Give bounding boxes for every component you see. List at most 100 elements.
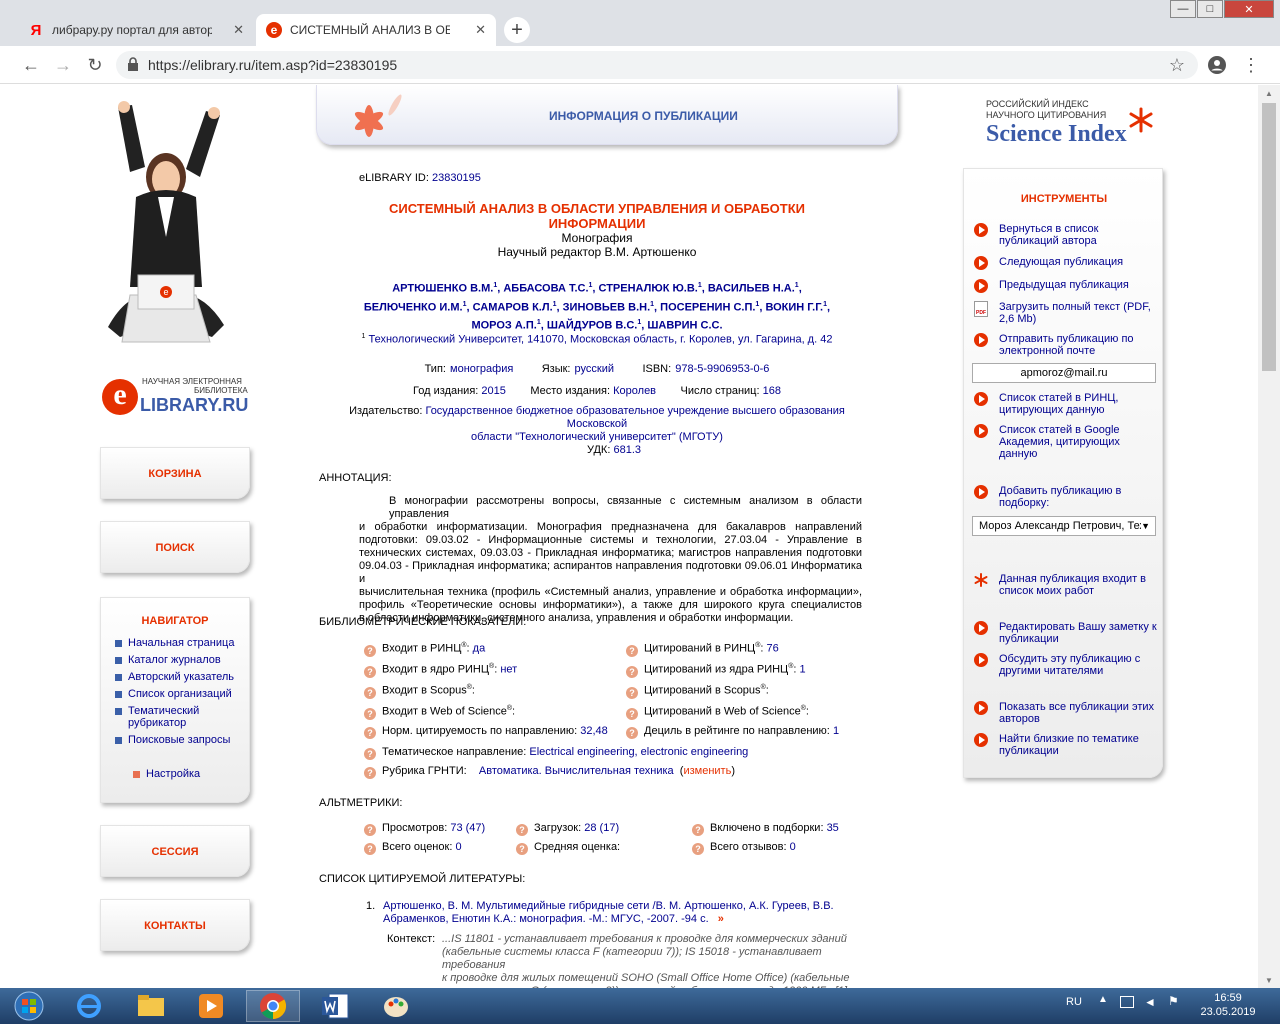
help-icon[interactable]: ?: [626, 707, 638, 720]
basket-button[interactable]: КОРЗИНА: [100, 447, 250, 499]
browser-menu-icon[interactable]: ⋮: [1240, 54, 1262, 76]
author-link[interactable]: ВОКИН Г.Г.: [765, 301, 823, 313]
author-link[interactable]: ШАЙДУРОВ В.С.: [547, 320, 637, 332]
tab-libraru[interactable]: Я либрару.ру портал для авторов ✕: [18, 14, 254, 46]
alt-value[interactable]: 0: [790, 841, 796, 853]
tool-my-works[interactable]: Данная публикация входит в список моих р…: [974, 573, 1159, 597]
new-tab-button[interactable]: +: [504, 17, 530, 43]
alt-value[interactable]: 73 (47): [450, 822, 485, 834]
session-button[interactable]: СЕССИЯ: [100, 825, 250, 877]
udk-value[interactable]: 681.3: [613, 444, 641, 456]
type-value[interactable]: монография: [450, 363, 513, 375]
back-icon[interactable]: ←: [20, 54, 42, 76]
metric-value[interactable]: 32,48: [580, 725, 608, 737]
author-link[interactable]: ЗИНОВЬЕВ В.Н.: [563, 301, 650, 313]
tool-add-collection[interactable]: Добавить публикацию в подборку:: [974, 485, 1159, 509]
tool-next[interactable]: Следующая публикация: [974, 256, 1159, 270]
network-icon[interactable]: [1120, 996, 1134, 1008]
tool-download-pdf[interactable]: PDF Загрузить полный текст (PDF, 2,6 Mb): [974, 301, 1159, 325]
help-icon[interactable]: ?: [626, 665, 638, 678]
nav-item-rubricator[interactable]: Тематический рубрикатор: [115, 705, 249, 729]
author-link[interactable]: ВАСИЛЬЕВ Н.А.: [708, 283, 795, 295]
help-icon[interactable]: ?: [364, 824, 376, 836]
metric-value[interactable]: 76: [766, 643, 778, 655]
elibrary-id-link[interactable]: 23830195: [432, 172, 481, 184]
elibrary-logo[interactable]: e НАУЧНАЯ ЭЛЕКТРОННАЯ БИБЛИОТЕКА LIBRARY…: [102, 373, 252, 417]
year-value[interactable]: 2015: [481, 385, 505, 397]
window-close-button[interactable]: ✕: [1224, 0, 1274, 18]
email-input[interactable]: apmoroz@mail.ru: [972, 363, 1156, 383]
help-icon[interactable]: ?: [364, 686, 376, 699]
affiliation-link[interactable]: Технологический Университет, 141070, Мос…: [369, 334, 833, 346]
language-indicator[interactable]: RU: [1066, 996, 1082, 1008]
help-icon[interactable]: ?: [364, 665, 376, 678]
help-icon[interactable]: ?: [364, 644, 376, 657]
publisher-link-2[interactable]: области "Технологический университет" (М…: [471, 431, 723, 443]
author-link[interactable]: МОРОЗ А.П.: [471, 320, 536, 332]
alt-value[interactable]: 0: [455, 841, 461, 853]
lang-value[interactable]: русский: [575, 363, 614, 375]
scroll-down-icon[interactable]: ▼: [1258, 972, 1280, 988]
nav-settings[interactable]: Настройка: [133, 768, 200, 780]
alt-value[interactable]: 35: [827, 822, 839, 834]
tool-find-similar[interactable]: Найти близкие по тематике публикации: [974, 733, 1159, 757]
tab-elibrary[interactable]: e СИСТЕМНЫЙ АНАЛИЗ В ОБЛАСТИ ✕: [256, 14, 496, 46]
tool-show-all[interactable]: Показать все публикации этих авторов: [974, 701, 1159, 725]
collection-select[interactable]: Мороз Александр Петрович, Тех ▼: [972, 516, 1156, 536]
author-link[interactable]: ПОСЕРЕНИН С.П.: [660, 301, 755, 313]
author-link[interactable]: СТРЕНАЛЮК Ю.В.: [599, 283, 698, 295]
maximize-button[interactable]: □: [1197, 0, 1223, 18]
flag-icon[interactable]: ⚑: [1168, 994, 1179, 1008]
tray-expand-icon[interactable]: ▲: [1098, 994, 1108, 1005]
author-link[interactable]: ШАВРИН С.С.: [647, 320, 722, 332]
help-icon[interactable]: ?: [364, 767, 376, 779]
minimize-button[interactable]: —: [1170, 0, 1196, 18]
nav-item-authors[interactable]: Авторский указатель: [115, 671, 249, 683]
nav-item-queries[interactable]: Поисковые запросы: [115, 734, 249, 746]
scroll-thumb[interactable]: [1262, 103, 1276, 371]
ref-item[interactable]: Артюшенко, В. М. Мультимедийные гибридны…: [383, 900, 862, 926]
change-grnti-link[interactable]: изменить: [683, 765, 731, 777]
place-value[interactable]: Королев: [613, 385, 656, 397]
help-icon[interactable]: ?: [692, 843, 704, 855]
page-scrollbar[interactable]: ▲ ▼: [1258, 85, 1280, 988]
address-bar[interactable]: https://elibrary.ru/item.asp?id=23830195: [116, 51, 1198, 79]
close-tab-icon[interactable]: ✕: [233, 22, 244, 38]
tool-discuss[interactable]: Обсудить эту публикацию с другими читате…: [974, 653, 1159, 677]
ie-icon[interactable]: [62, 990, 116, 1022]
bookmark-star-icon[interactable]: ☆: [1166, 54, 1188, 76]
tool-email[interactable]: Отправить публикацию по электронной почт…: [974, 333, 1159, 357]
tool-edit-note[interactable]: Редактировать Вашу заметку к публикации: [974, 621, 1159, 645]
author-link[interactable]: САМАРОВ К.Л.: [473, 301, 553, 313]
ref-line[interactable]: Абраменков, Енютин К.А.: монография. -М.…: [383, 913, 709, 925]
start-button[interactable]: [2, 990, 56, 1022]
metric-value[interactable]: да: [473, 643, 486, 655]
alt-value[interactable]: 28 (17): [584, 822, 619, 834]
help-icon[interactable]: ?: [626, 644, 638, 657]
help-icon[interactable]: ?: [364, 843, 376, 855]
contacts-button[interactable]: КОНТАКТЫ: [100, 899, 250, 951]
nav-item-journals[interactable]: Каталог журналов: [115, 654, 249, 666]
explorer-icon[interactable]: [124, 990, 178, 1022]
metric-value[interactable]: нет: [500, 664, 517, 676]
more-icon[interactable]: »: [718, 913, 724, 925]
word-icon[interactable]: [308, 990, 362, 1022]
scroll-up-icon[interactable]: ▲: [1258, 85, 1280, 101]
help-icon[interactable]: ?: [626, 686, 638, 699]
forward-icon[interactable]: →: [52, 54, 74, 76]
tool-google-list[interactable]: Список статей в Google Академия, цитирую…: [974, 424, 1159, 460]
author-link[interactable]: АББАСОВА Т.С.: [503, 283, 588, 295]
help-icon[interactable]: ?: [364, 727, 376, 739]
ref-line[interactable]: Артюшенко, В. М. Мультимедийные гибридны…: [383, 900, 834, 912]
clock[interactable]: 16:59 23.05.2019: [1196, 991, 1260, 1019]
chrome-icon[interactable]: [246, 990, 300, 1022]
help-icon[interactable]: ?: [516, 824, 528, 836]
speaker-icon[interactable]: ◄: [1144, 995, 1156, 1009]
reload-icon[interactable]: ↻: [84, 54, 106, 76]
help-icon[interactable]: ?: [626, 727, 638, 739]
isbn-value[interactable]: 978-5-9906953-0-6: [675, 363, 769, 375]
pages-value[interactable]: 168: [763, 385, 781, 397]
grnti-link[interactable]: Автоматика. Вычислительная техника: [479, 765, 674, 777]
tool-rinc-list[interactable]: Список статей в РИНЦ, цитирующих данную: [974, 392, 1159, 416]
author-link[interactable]: АРТЮШЕНКО В.М.: [392, 283, 493, 295]
